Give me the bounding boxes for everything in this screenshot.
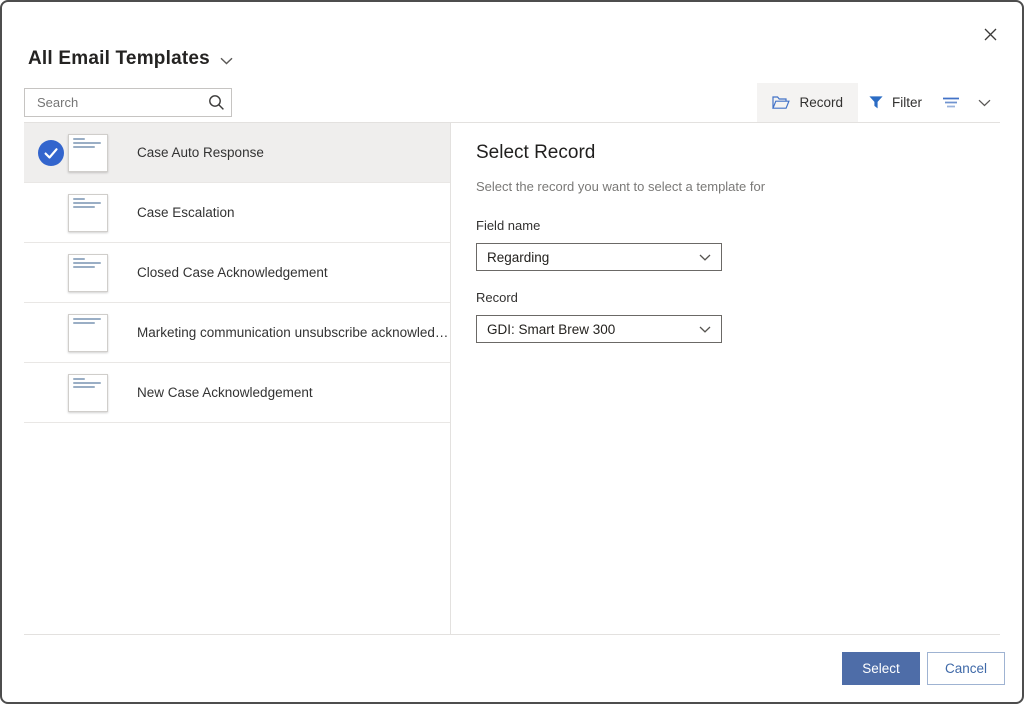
folder-open-icon (772, 96, 790, 110)
list-item-label: Case Auto Response (137, 145, 264, 160)
list-item-new-case-acknowledgement[interactable]: New Case Acknowledgement (24, 363, 450, 423)
list-item-label: Case Escalation (137, 205, 235, 220)
list-item-marketing-unsubscribe[interactable]: Marketing communication unsubscribe ackn… (24, 303, 450, 363)
chevron-down-icon (978, 99, 991, 107)
email-template-icon (68, 374, 108, 412)
list-item-case-auto-response[interactable]: Case Auto Response (24, 123, 450, 183)
chevron-down-icon (699, 254, 711, 261)
field-name-dropdown[interactable]: Regarding (476, 243, 722, 271)
record-label: Record (476, 290, 776, 306)
field-name-label: Field name (476, 218, 776, 234)
check-placeholder (38, 380, 64, 406)
search-icon[interactable] (201, 94, 231, 111)
dialog-toolbar: Record Filter (757, 83, 1000, 122)
template-list: Case Auto Response Case Escalation Close… (24, 123, 450, 423)
email-template-icon (68, 254, 108, 292)
search-box (24, 88, 232, 117)
view-selector[interactable]: All Email Templates (28, 46, 233, 72)
search-input[interactable] (25, 89, 201, 116)
cancel-button[interactable]: Cancel (927, 652, 1005, 685)
panel-heading: Select Record (476, 141, 776, 164)
record-tab-label: Record (799, 95, 843, 110)
email-template-icon (68, 194, 108, 232)
record-value: GDI: Smart Brew 300 (487, 322, 615, 337)
list-item-closed-case-acknowledgement[interactable]: Closed Case Acknowledgement (24, 243, 450, 303)
select-button[interactable]: Select (842, 652, 920, 685)
select-template-dialog: All Email Templates Record Filter (0, 0, 1024, 704)
close-icon (984, 28, 997, 41)
list-item-case-escalation[interactable]: Case Escalation (24, 183, 450, 243)
footer-divider (24, 634, 1000, 635)
check-placeholder (38, 320, 64, 346)
chevron-down-icon (220, 57, 233, 65)
check-circle-icon (38, 140, 64, 166)
check-placeholder (38, 260, 64, 286)
email-template-icon (68, 134, 108, 172)
list-item-label: New Case Acknowledgement (137, 385, 313, 400)
record-tab-button[interactable]: Record (757, 83, 858, 122)
sort-lines-icon (942, 97, 960, 108)
list-item-label: Marketing communication unsubscribe ackn… (137, 325, 450, 340)
view-options-button[interactable] (933, 83, 969, 122)
more-views-button[interactable] (969, 83, 1000, 122)
email-template-icon (68, 314, 108, 352)
panel-subtitle: Select the record you want to select a t… (476, 179, 776, 194)
close-button[interactable] (979, 23, 1001, 45)
check-placeholder (38, 200, 64, 226)
page-title: All Email Templates (28, 48, 210, 70)
filter-icon (869, 96, 883, 109)
record-dropdown[interactable]: GDI: Smart Brew 300 (476, 315, 722, 343)
select-record-panel: Select Record Select the record you want… (476, 141, 776, 343)
field-name-value: Regarding (487, 250, 549, 265)
chevron-down-icon (699, 326, 711, 333)
list-item-label: Closed Case Acknowledgement (137, 265, 328, 280)
panel-divider (450, 123, 451, 634)
filter-button[interactable]: Filter (858, 83, 933, 122)
filter-label: Filter (892, 95, 922, 110)
